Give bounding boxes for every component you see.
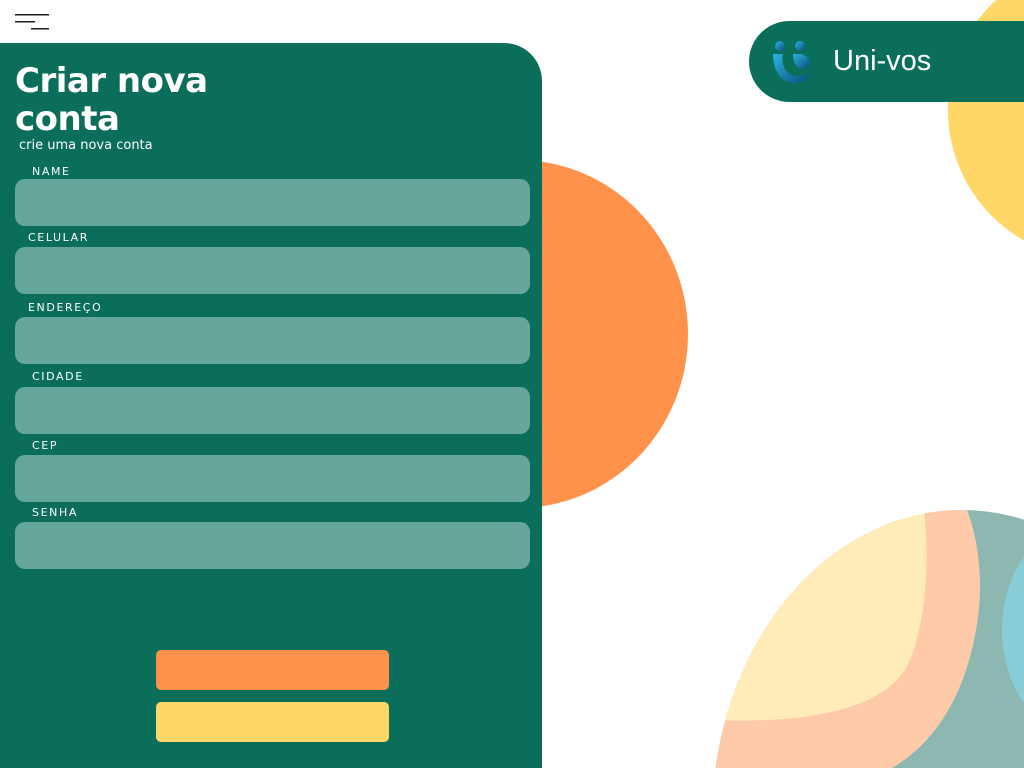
page-subtitle: crie uma nova conta bbox=[19, 138, 153, 153]
brand-badge: Uni-vos bbox=[749, 21, 1024, 102]
signup-page: Criar nova conta crie uma nova conta NAM… bbox=[0, 0, 1024, 768]
senha-input[interactable] bbox=[15, 522, 530, 569]
celular-input[interactable] bbox=[15, 247, 530, 294]
create-account-button[interactable] bbox=[156, 650, 389, 690]
cep-input[interactable] bbox=[15, 455, 530, 502]
endereco-label: ENDEREÇO bbox=[28, 301, 103, 314]
people-logo-icon bbox=[773, 41, 810, 84]
cidade-label: CIDADE bbox=[32, 370, 84, 383]
cidade-input[interactable] bbox=[15, 387, 530, 434]
page-title: Criar nova conta bbox=[15, 61, 208, 139]
brand-name: Uni-vos bbox=[833, 45, 932, 77]
decorative-blob-art bbox=[712, 510, 1024, 768]
endereco-input[interactable] bbox=[15, 317, 530, 364]
celular-label: CELULAR bbox=[28, 231, 90, 244]
menu-icon[interactable] bbox=[15, 12, 51, 32]
name-input[interactable] bbox=[15, 179, 530, 226]
name-label: NAME bbox=[32, 165, 71, 178]
senha-label: SENHA bbox=[32, 506, 78, 519]
secondary-action-button[interactable] bbox=[156, 702, 389, 742]
cep-label: CEP bbox=[32, 439, 59, 452]
